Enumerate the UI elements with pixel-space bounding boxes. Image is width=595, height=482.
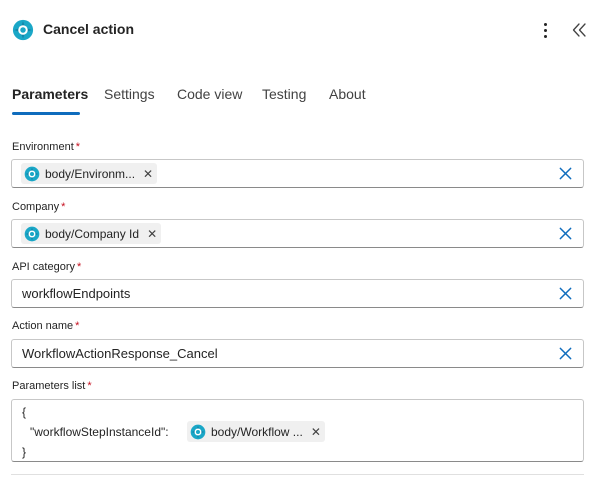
- company-field[interactable]: body/Company Id ✕: [11, 219, 584, 248]
- environment-field[interactable]: body/Environm... ✕: [11, 159, 584, 188]
- connector-icon: [24, 166, 40, 182]
- divider: [11, 474, 584, 475]
- action-name-field[interactable]: WorkflowActionResponse_Cancel: [11, 339, 584, 368]
- panel-header: Cancel action: [0, 0, 595, 60]
- api-category-field[interactable]: workflowEndpoints: [11, 279, 584, 308]
- action-name-value: WorkflowActionResponse_Cancel: [22, 346, 218, 361]
- api-category-label: API category *: [12, 261, 82, 273]
- company-label: Company *: [12, 201, 66, 213]
- tab-parameters[interactable]: Parameters: [12, 86, 88, 102]
- parameters-list-editor[interactable]: { "workflowStepInstanceId": body/Workflo…: [11, 399, 584, 462]
- clear-action-name-icon[interactable]: [558, 346, 573, 361]
- tab-bar: Parameters Settings Code view Testing Ab…: [0, 78, 595, 118]
- tab-testing[interactable]: Testing: [262, 86, 306, 102]
- company-token[interactable]: body/Company Id ✕: [21, 223, 162, 244]
- action-name-label: Action name *: [12, 320, 80, 332]
- open-brace: {: [22, 405, 27, 419]
- close-brace: }: [22, 445, 27, 459]
- remove-token-icon[interactable]: ✕: [143, 168, 153, 180]
- environment-token[interactable]: body/Environm... ✕: [21, 163, 158, 184]
- tab-settings[interactable]: Settings: [104, 86, 155, 102]
- parameter-key: "workflowStepInstanceId":: [30, 425, 169, 439]
- clear-company-icon[interactable]: [558, 226, 573, 241]
- clear-environment-icon[interactable]: [558, 166, 573, 181]
- collapse-panel-icon[interactable]: [570, 20, 588, 40]
- workflow-token[interactable]: body/Workflow ... ✕: [187, 421, 325, 442]
- environment-label: Environment *: [12, 141, 81, 153]
- api-category-value: workflowEndpoints: [22, 286, 131, 301]
- active-tab-indicator: [12, 112, 80, 115]
- clear-api-category-icon[interactable]: [558, 286, 573, 301]
- connector-icon: [190, 424, 206, 440]
- page-title: Cancel action: [43, 21, 135, 37]
- tab-about[interactable]: About: [329, 86, 366, 102]
- connector-icon: [12, 19, 34, 41]
- tab-code-view[interactable]: Code view: [177, 86, 242, 102]
- parameters-list-label: Parameters list *: [12, 380, 92, 392]
- remove-token-icon[interactable]: ✕: [147, 228, 157, 240]
- remove-token-icon[interactable]: ✕: [311, 426, 321, 438]
- more-options-icon[interactable]: [537, 18, 553, 42]
- connector-icon: [24, 226, 40, 242]
